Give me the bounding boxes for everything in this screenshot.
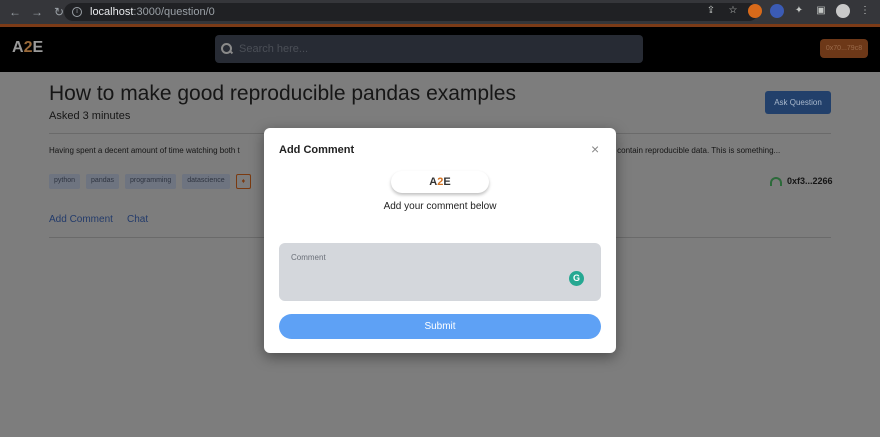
profile-avatar[interactable]: [836, 4, 850, 18]
app-logo[interactable]: A2E: [12, 39, 43, 57]
search-icon: [221, 43, 233, 55]
address-bar[interactable]: i localhost:3000/question/0: [64, 3, 758, 21]
browser-toolbar: ← → ↻ i localhost:3000/question/0 ⇪ ☆ ✦ …: [0, 0, 880, 24]
submit-button[interactable]: Submit: [279, 314, 601, 339]
extension-icon[interactable]: [770, 4, 784, 18]
logo-right: E: [32, 39, 44, 56]
modal-title: Add Comment: [279, 144, 355, 156]
bookmark-star-icon[interactable]: ☆: [726, 4, 740, 18]
search-input[interactable]: [239, 43, 619, 55]
url-path: :3000/question/0: [133, 6, 215, 18]
eth-bounty-tag[interactable]: ♦: [235, 174, 252, 189]
logo-left: A: [12, 39, 24, 56]
grammarly-icon[interactable]: G: [569, 271, 584, 286]
url-text[interactable]: localhost:3000/question/0: [90, 6, 215, 18]
tag-pandas[interactable]: pandas: [86, 174, 119, 189]
question-body-left: Having spent a decent amount of time wat…: [49, 146, 240, 155]
back-arrow-icon[interactable]: ←: [8, 5, 22, 19]
more-menu-icon[interactable]: ⋮: [858, 4, 872, 18]
metamask-extension-icon[interactable]: [748, 4, 762, 18]
tag-python[interactable]: python: [49, 174, 81, 189]
question-asked-time: Asked 3 minutes: [49, 110, 131, 122]
close-icon[interactable]: ×: [591, 142, 599, 156]
sidepanel-icon[interactable]: ▣: [814, 4, 828, 18]
search-bar[interactable]: [215, 35, 643, 63]
modal-logo: A2E: [391, 171, 489, 193]
tab-add-comment[interactable]: Add Comment: [49, 214, 113, 225]
forward-arrow-icon[interactable]: →: [30, 5, 44, 19]
add-comment-modal: Add Comment × A2E Add your comment below…: [264, 128, 616, 353]
modal-subtitle: Add your comment below: [383, 201, 497, 212]
tag-programming[interactable]: programming: [125, 174, 177, 189]
url-host: localhost: [90, 6, 134, 18]
author-address: 0xf3...2266: [787, 176, 833, 186]
wallet-address-button[interactable]: 0x70...79c8: [820, 39, 868, 58]
author-icon: [770, 176, 782, 186]
ask-question-button[interactable]: Ask Question: [765, 91, 831, 114]
question-body-right: kely to contain reproducible data. This …: [591, 146, 781, 155]
app-header: A2E 0x70...79c8: [0, 27, 880, 72]
author[interactable]: 0xf3...2266: [770, 176, 833, 186]
tag-list: python pandas programming datascience ♦: [49, 174, 252, 189]
site-info-icon[interactable]: i: [72, 7, 82, 17]
puzzle-extensions-icon[interactable]: ✦: [792, 4, 806, 18]
tab-chat[interactable]: Chat: [127, 214, 148, 225]
question-title: How to make good reproducible pandas exa…: [49, 82, 516, 105]
tag-datascience[interactable]: datascience: [182, 174, 230, 189]
comment-input[interactable]: [291, 253, 551, 262]
share-icon[interactable]: ⇪: [704, 4, 718, 18]
modal-logo-right: E: [443, 176, 451, 188]
comment-box[interactable]: G: [279, 243, 601, 301]
